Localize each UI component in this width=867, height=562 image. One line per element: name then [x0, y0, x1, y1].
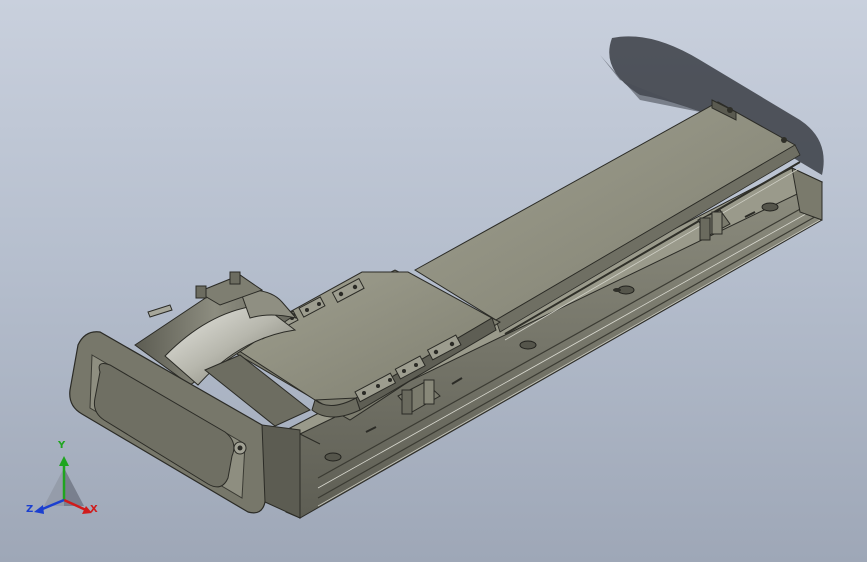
linear-actuator-model[interactable] — [0, 0, 867, 562]
z-axis-label: Z — [26, 504, 34, 515]
y-axis-label: Y — [58, 440, 66, 451]
coordinate-triad[interactable]: Y X Z — [22, 440, 108, 524]
x-axis-label: X — [90, 504, 98, 515]
cad-viewport[interactable]: Y X Z — [0, 0, 867, 562]
